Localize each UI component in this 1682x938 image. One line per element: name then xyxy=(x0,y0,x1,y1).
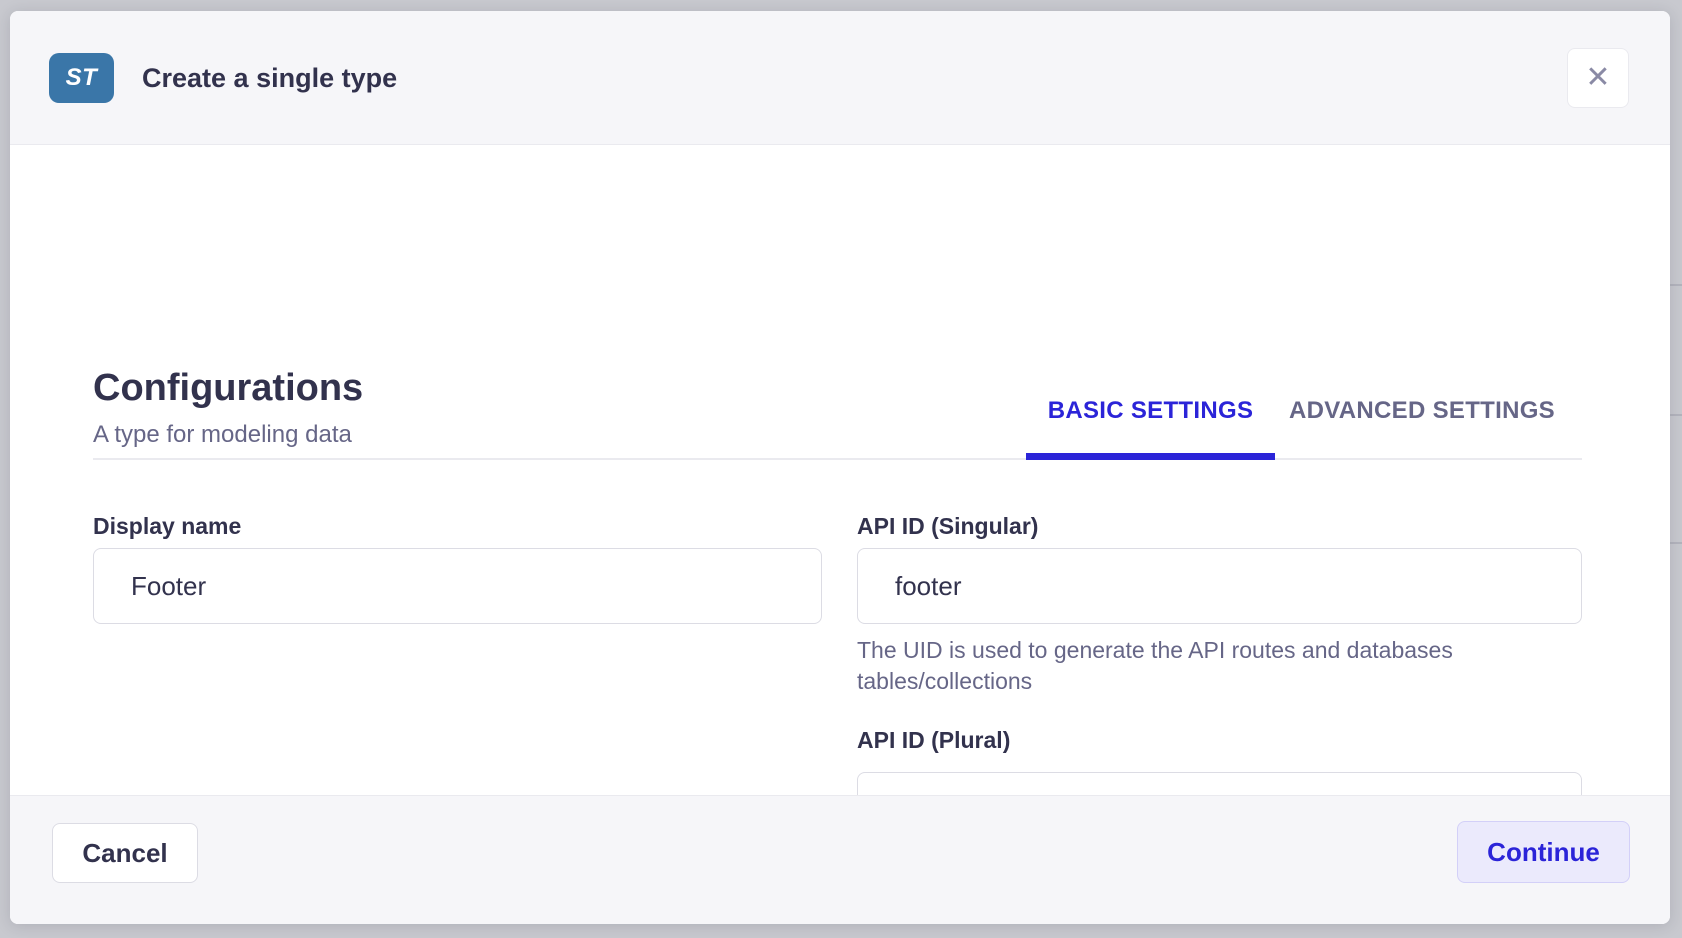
active-tab-underline xyxy=(1026,453,1275,460)
tabs-divider xyxy=(93,458,1582,460)
tab-basic-settings[interactable]: BASIC SETTINGS xyxy=(1026,396,1275,426)
display-name-input[interactable] xyxy=(93,548,822,624)
close-icon: ✕ xyxy=(1585,63,1610,93)
continue-button[interactable]: Continue xyxy=(1457,821,1630,883)
api-id-singular-hint: The UID is used to generate the API rout… xyxy=(857,635,1567,697)
display-name-label: Display name xyxy=(93,513,241,540)
close-button[interactable]: ✕ xyxy=(1567,48,1629,108)
configurations-subheading: A type for modeling data xyxy=(93,421,352,449)
api-id-plural-label: API ID (Plural) xyxy=(857,727,1010,754)
api-id-singular-label: API ID (Singular) xyxy=(857,513,1038,540)
cancel-button[interactable]: Cancel xyxy=(52,823,198,883)
configurations-heading: Configurations xyxy=(93,367,363,410)
tab-advanced-settings[interactable]: ADVANCED SETTINGS xyxy=(1262,396,1582,426)
api-id-singular-input[interactable] xyxy=(857,548,1582,624)
single-type-badge-icon: ST xyxy=(49,53,114,103)
modal-header: ST Create a single type ✕ xyxy=(10,11,1670,145)
modal-body: Configurations A type for modeling data … xyxy=(10,146,1670,795)
modal-title: Create a single type xyxy=(142,11,397,145)
modal-footer: Cancel Continue xyxy=(10,795,1670,924)
create-single-type-modal: ST Create a single type ✕ Configurations… xyxy=(10,11,1670,924)
